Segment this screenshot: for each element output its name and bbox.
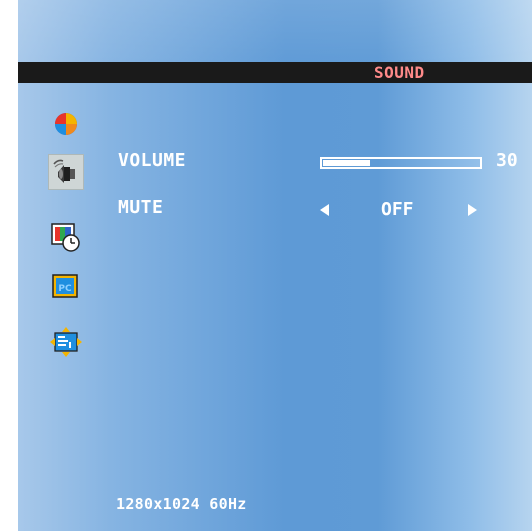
volume-slider-fill xyxy=(323,160,370,166)
mute-right-arrow-icon[interactable] xyxy=(468,204,477,216)
sound-icon[interactable] xyxy=(48,154,84,190)
volume-slider[interactable] xyxy=(320,157,482,169)
svg-text:PC: PC xyxy=(58,284,72,294)
mute-left-arrow-icon[interactable] xyxy=(320,204,329,216)
title-bar: SOUND xyxy=(18,62,532,83)
volume-label: VOLUME xyxy=(118,150,187,171)
pc-icon[interactable]: PC xyxy=(48,270,84,306)
osd-menu: SOUND PC VOLUME 30 MUTE OFF 1280x1024 60… xyxy=(18,0,532,531)
mute-value[interactable]: OFF xyxy=(381,199,414,220)
osd-timer-icon[interactable] xyxy=(48,220,84,256)
menu-title: SOUND xyxy=(374,63,425,82)
mute-label: MUTE xyxy=(118,197,164,218)
volume-value: 30 xyxy=(496,150,518,171)
resolution-info: 1280x1024 60Hz xyxy=(116,495,247,513)
position-icon[interactable] xyxy=(48,324,84,360)
color-icon[interactable] xyxy=(48,106,84,142)
